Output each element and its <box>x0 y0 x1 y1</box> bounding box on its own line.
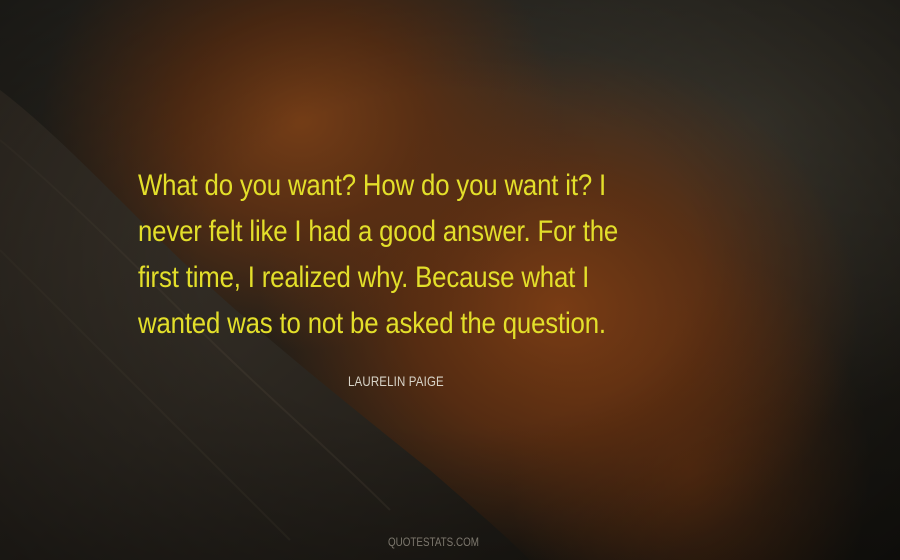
quote-author: LAURELIN PAIGE <box>348 373 444 389</box>
quote-line-1: What do you want? How do you want it? I <box>138 169 606 202</box>
quote-line-3: first time, I realized why. Because what… <box>138 261 590 294</box>
quote-text: What do you want? How do you want it? I … <box>138 163 688 347</box>
site-watermark: QUOTESTATS.COM <box>388 535 479 549</box>
quote-image: What do you want? How do you want it? I … <box>0 0 900 560</box>
quote-line-2: never felt like I had a good answer. For… <box>138 215 619 248</box>
quote-line-4: wanted was to not be asked the question. <box>138 307 606 340</box>
